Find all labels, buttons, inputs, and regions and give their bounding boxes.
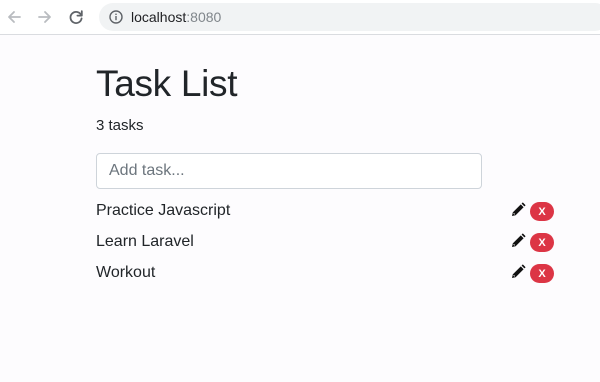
pencil-icon[interactable]: [510, 202, 526, 218]
url-host: localhost: [131, 9, 187, 25]
task-count: 3 tasks: [96, 117, 144, 134]
forward-arrow-icon[interactable]: [34, 6, 56, 28]
pencil-icon[interactable]: [510, 233, 526, 249]
back-arrow-icon[interactable]: [3, 6, 25, 28]
task-label: Workout: [96, 264, 156, 281]
url-text: localhost:8080: [131, 3, 221, 31]
address-bar[interactable]: localhost:8080: [99, 3, 600, 31]
reload-icon[interactable]: [65, 6, 87, 28]
task-label: Practice Javascript: [96, 202, 231, 219]
pencil-icon[interactable]: [510, 264, 526, 280]
task-label: Learn Laravel: [96, 233, 194, 250]
task-item: Workout X: [96, 261, 556, 292]
url-port: :8080: [186, 9, 222, 25]
info-icon[interactable]: [109, 10, 123, 24]
delete-button[interactable]: X: [530, 233, 554, 252]
add-task-input[interactable]: [96, 153, 482, 189]
browser-toolbar: localhost:8080: [0, 0, 600, 35]
task-item: Practice Javascript X: [96, 199, 556, 230]
task-list: Practice Javascript X Learn Laravel X Wo…: [96, 199, 556, 292]
page-title: Task List: [96, 63, 238, 104]
delete-button[interactable]: X: [530, 264, 554, 283]
delete-button[interactable]: X: [530, 202, 554, 221]
task-item: Learn Laravel X: [96, 230, 556, 261]
